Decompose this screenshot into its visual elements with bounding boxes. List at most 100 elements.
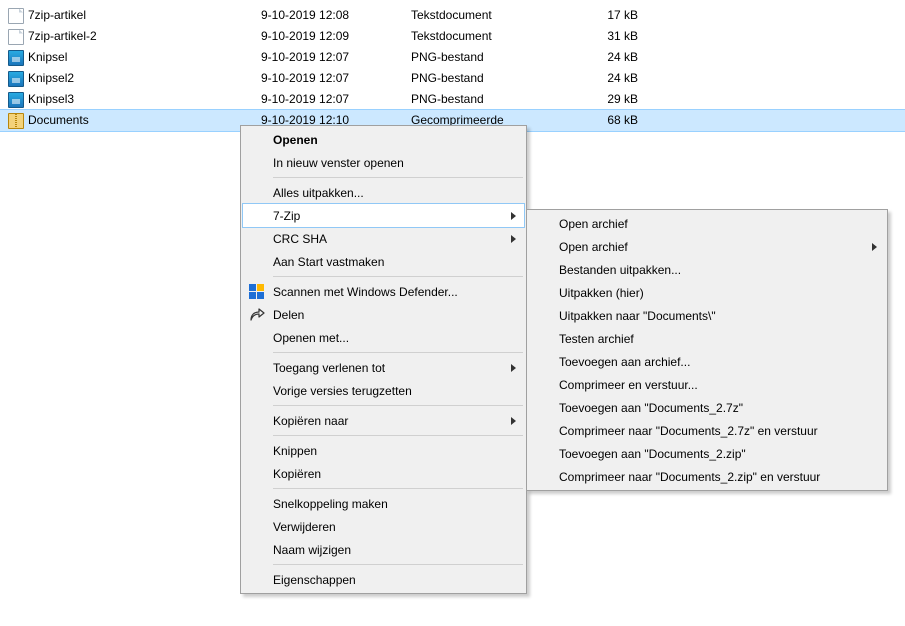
menu-item[interactable]: Comprimeer naar "Documents_2.7z" en vers… bbox=[529, 419, 885, 442]
menu-item[interactable]: Toevoegen aan "Documents_2.zip" bbox=[529, 442, 885, 465]
menu-item[interactable]: Naam wijzigen bbox=[243, 538, 524, 561]
menu-separator bbox=[273, 352, 523, 353]
menu-item-label: Scannen met Windows Defender... bbox=[273, 285, 458, 299]
menu-item[interactable]: Toevoegen aan archief... bbox=[529, 350, 885, 373]
menu-item-label: Kopiëren naar bbox=[273, 414, 348, 428]
menu-item-label: Vorige versies terugzetten bbox=[273, 384, 412, 398]
text-file-icon bbox=[6, 8, 26, 24]
menu-item-label: In nieuw venster openen bbox=[273, 156, 404, 170]
file-date: 9-10-2019 12:07 bbox=[261, 47, 411, 68]
menu-item[interactable]: Comprimeer naar "Documents_2.zip" en ver… bbox=[529, 465, 885, 488]
menu-item-label: Toegang verlenen tot bbox=[273, 361, 385, 375]
menu-item-label: Comprimeer naar "Documents_2.7z" en vers… bbox=[559, 424, 818, 438]
file-name: Knipsel2 bbox=[26, 68, 261, 89]
menu-item[interactable]: Scannen met Windows Defender... bbox=[243, 280, 524, 303]
file-date: 9-10-2019 12:08 bbox=[261, 5, 411, 26]
menu-item[interactable]: Knippen bbox=[243, 439, 524, 462]
menu-item-label: Openen met... bbox=[273, 331, 349, 345]
menu-separator bbox=[273, 488, 523, 489]
file-type: Tekstdocument bbox=[411, 5, 583, 26]
menu-item[interactable]: Toegang verlenen tot bbox=[243, 356, 524, 379]
submenu-arrow-icon bbox=[511, 364, 516, 372]
file-row[interactable]: Knipsel9-10-2019 12:07PNG-bestand24 kB bbox=[0, 47, 905, 68]
file-name: 7zip-artikel bbox=[26, 5, 261, 26]
menu-item[interactable]: CRC SHA bbox=[243, 227, 524, 250]
file-size: 29 kB bbox=[583, 89, 638, 110]
file-date: 9-10-2019 12:07 bbox=[261, 89, 411, 110]
file-row[interactable]: Knipsel39-10-2019 12:07PNG-bestand29 kB bbox=[0, 89, 905, 110]
file-type: PNG-bestand bbox=[411, 47, 583, 68]
file-type: PNG-bestand bbox=[411, 89, 583, 110]
text-file-icon bbox=[6, 29, 26, 45]
file-row[interactable]: Knipsel29-10-2019 12:07PNG-bestand24 kB bbox=[0, 68, 905, 89]
menu-item[interactable]: 7-Zip bbox=[243, 204, 524, 227]
menu-item[interactable]: Aan Start vastmaken bbox=[243, 250, 524, 273]
file-size: 68 kB bbox=[583, 110, 638, 131]
submenu-arrow-icon bbox=[872, 243, 877, 251]
menu-item[interactable]: In nieuw venster openen bbox=[243, 151, 524, 174]
menu-item[interactable]: Alles uitpakken... bbox=[243, 181, 524, 204]
menu-item[interactable]: Uitpakken naar "Documents\" bbox=[529, 304, 885, 327]
zip-file-icon bbox=[6, 113, 26, 129]
menu-item-label: Comprimeer naar "Documents_2.zip" en ver… bbox=[559, 470, 820, 484]
image-file-icon bbox=[6, 71, 26, 87]
file-size: 31 kB bbox=[583, 26, 638, 47]
file-date: 9-10-2019 12:07 bbox=[261, 68, 411, 89]
menu-item-label: CRC SHA bbox=[273, 232, 327, 246]
menu-item[interactable]: Bestanden uitpakken... bbox=[529, 258, 885, 281]
menu-item-label: Openen bbox=[273, 133, 318, 147]
menu-item-label: Alles uitpakken... bbox=[273, 186, 364, 200]
file-name: 7zip-artikel-2 bbox=[26, 26, 261, 47]
menu-item[interactable]: Toevoegen aan "Documents_2.7z" bbox=[529, 396, 885, 419]
file-name: Knipsel bbox=[26, 47, 261, 68]
menu-item[interactable]: Testen archief bbox=[529, 327, 885, 350]
menu-item-label: 7-Zip bbox=[273, 209, 300, 223]
file-date: 9-10-2019 12:09 bbox=[261, 26, 411, 47]
menu-item-label: Knippen bbox=[273, 444, 317, 458]
share-icon bbox=[249, 307, 265, 323]
menu-item[interactable]: Comprimeer en verstuur... bbox=[529, 373, 885, 396]
menu-item-label: Uitpakken naar "Documents\" bbox=[559, 309, 716, 323]
menu-item[interactable]: Open archief bbox=[529, 212, 885, 235]
file-type: Tekstdocument bbox=[411, 26, 583, 47]
menu-item-label: Naam wijzigen bbox=[273, 543, 351, 557]
menu-item[interactable]: Eigenschappen bbox=[243, 568, 524, 591]
file-row[interactable]: 7zip-artikel-29-10-2019 12:09Tekstdocume… bbox=[0, 26, 905, 47]
menu-item-label: Open archief bbox=[559, 240, 628, 254]
image-file-icon bbox=[6, 92, 26, 108]
menu-item-label: Toevoegen aan archief... bbox=[559, 355, 690, 369]
menu-item[interactable]: Uitpakken (hier) bbox=[529, 281, 885, 304]
shield-icon bbox=[249, 284, 265, 300]
submenu-arrow-icon bbox=[511, 417, 516, 425]
menu-separator bbox=[273, 276, 523, 277]
menu-item-label: Toevoegen aan "Documents_2.zip" bbox=[559, 447, 746, 461]
menu-item[interactable]: Delen bbox=[243, 303, 524, 326]
menu-item[interactable]: Kopiëren bbox=[243, 462, 524, 485]
menu-item-label: Testen archief bbox=[559, 332, 634, 346]
file-size: 17 kB bbox=[583, 5, 638, 26]
menu-item-label: Comprimeer en verstuur... bbox=[559, 378, 698, 392]
menu-item-label: Aan Start vastmaken bbox=[273, 255, 384, 269]
submenu-arrow-icon bbox=[511, 212, 516, 220]
file-name: Documents bbox=[26, 110, 261, 131]
menu-item[interactable]: Openen bbox=[243, 128, 524, 151]
context-menu: Openen In nieuw venster openen Alles uitpa… bbox=[240, 125, 527, 594]
menu-item[interactable]: Openen met... bbox=[243, 326, 524, 349]
submenu-arrow-icon bbox=[511, 235, 516, 243]
image-file-icon bbox=[6, 50, 26, 66]
file-type: PNG-bestand bbox=[411, 68, 583, 89]
menu-item[interactable]: Open archief bbox=[529, 235, 885, 258]
menu-item[interactable]: Kopiëren naar bbox=[243, 409, 524, 432]
file-name: Knipsel3 bbox=[26, 89, 261, 110]
file-row[interactable]: 7zip-artikel9-10-2019 12:08Tekstdocument… bbox=[0, 5, 905, 26]
file-size: 24 kB bbox=[583, 47, 638, 68]
menu-item-label: Toevoegen aan "Documents_2.7z" bbox=[559, 401, 743, 415]
menu-item-label: Delen bbox=[273, 308, 304, 322]
menu-item[interactable]: Vorige versies terugzetten bbox=[243, 379, 524, 402]
menu-item[interactable]: Snelkoppeling maken bbox=[243, 492, 524, 515]
menu-item-label: Kopiëren bbox=[273, 467, 321, 481]
menu-item-label: Eigenschappen bbox=[273, 573, 356, 587]
menu-item-label: Snelkoppeling maken bbox=[273, 497, 388, 511]
menu-separator bbox=[273, 405, 523, 406]
menu-item[interactable]: Verwijderen bbox=[243, 515, 524, 538]
